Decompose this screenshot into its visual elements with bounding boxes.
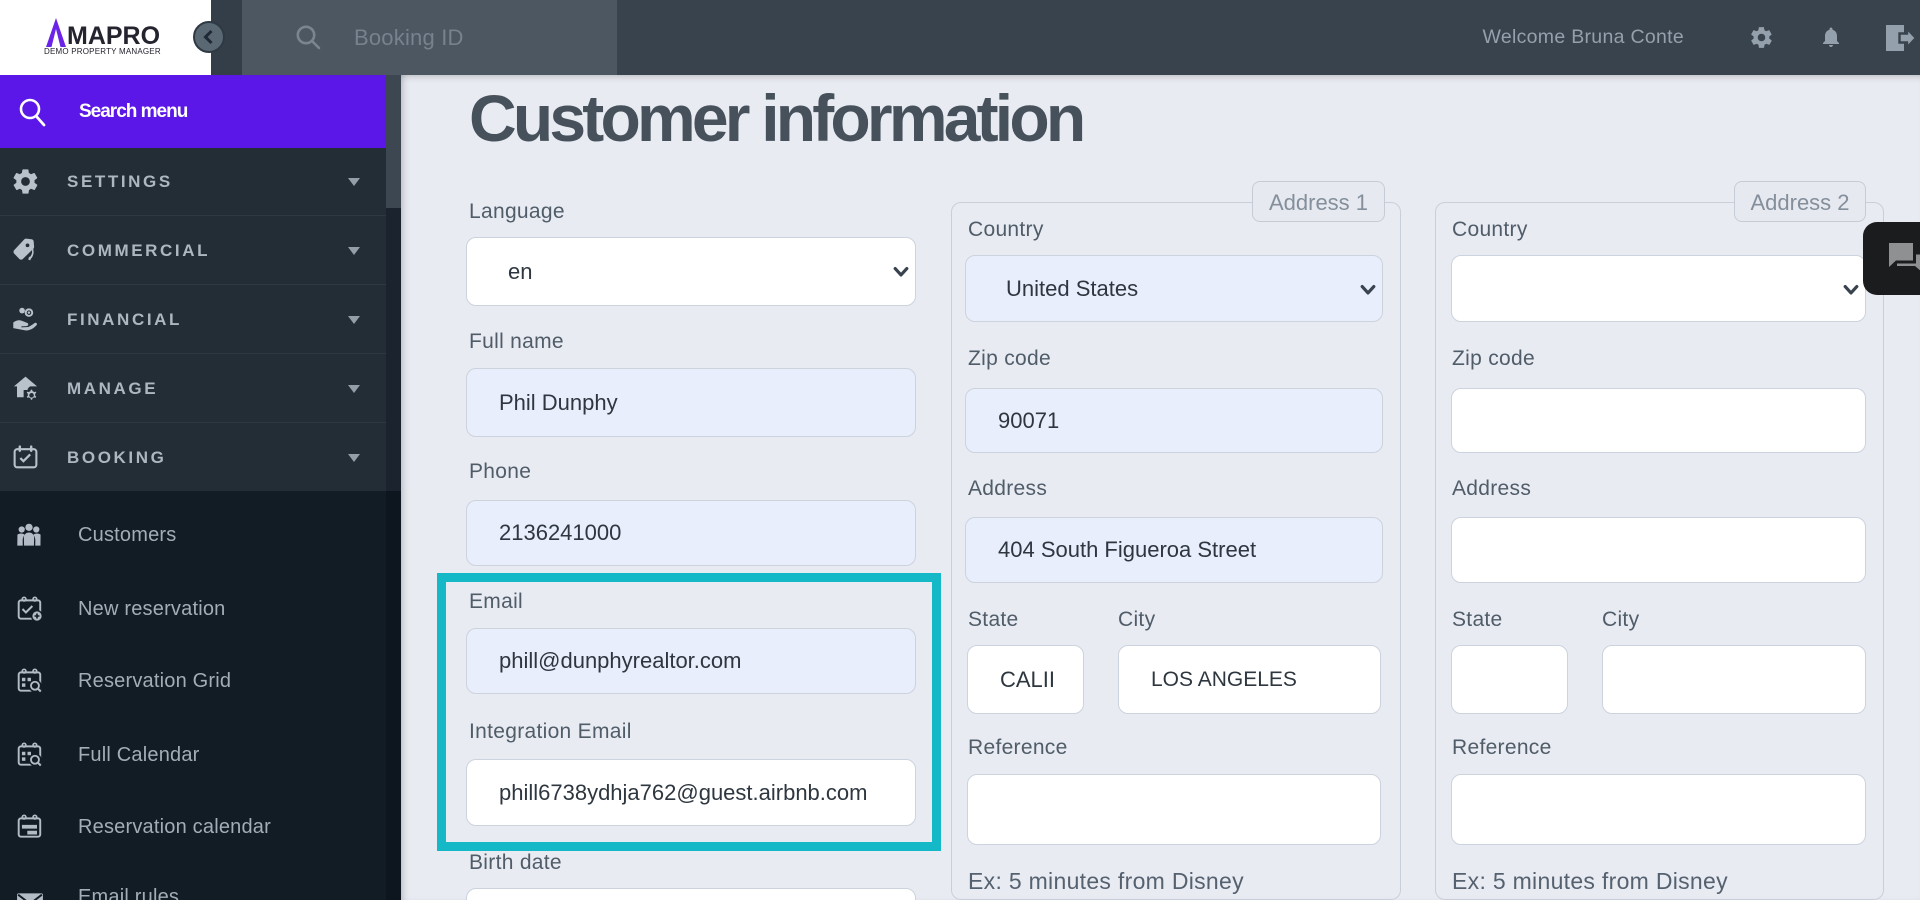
svg-text:DEMO PROPERTY MANAGER: DEMO PROPERTY MANAGER bbox=[44, 47, 161, 56]
svg-text:MAPRO: MAPRO bbox=[67, 22, 160, 50]
